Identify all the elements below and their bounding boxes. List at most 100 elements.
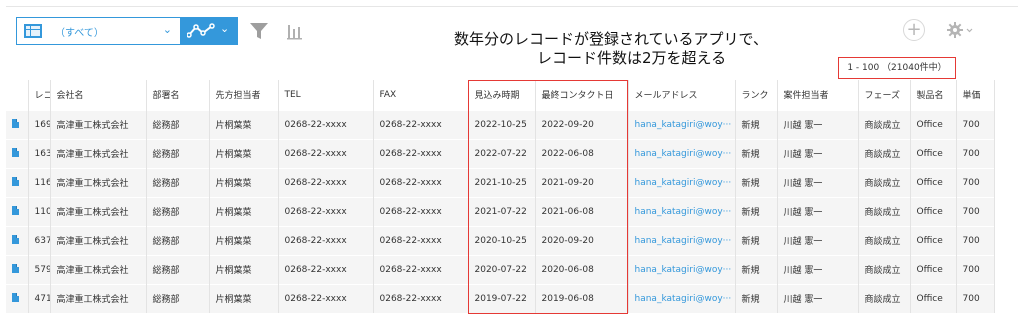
record-detail-icon	[12, 118, 19, 128]
table-row[interactable]: 637 高津重工株式会社 総務部 片桐葉菜 0268-22-xxxx 0268-22-xx…	[6, 225, 995, 255]
fax-cell: 0268-22-xxxx	[373, 196, 469, 226]
detail-column-header	[6, 80, 29, 110]
email-cell[interactable]: hana_katagiri@woy···	[628, 283, 736, 313]
view-selector[interactable]: （すべて） ⌄	[16, 17, 181, 45]
product-name-cell: Office	[910, 109, 957, 139]
tel-header[interactable]: TEL	[278, 80, 374, 110]
department-cell: 総務部	[146, 109, 210, 139]
expected-date-cell: 2020-10-25	[468, 225, 536, 255]
phase-header[interactable]: フェーズ	[858, 80, 911, 110]
bar-chart-icon	[287, 25, 302, 40]
record-detail-icon	[12, 263, 19, 273]
fax-cell: 0268-22-xxxx	[373, 225, 469, 255]
unit-price-cell: 700	[956, 138, 995, 168]
contact-person-cell: 片桐葉菜	[209, 196, 279, 226]
record-number-header[interactable]: レコード番号	[28, 80, 51, 110]
sales-rep-cell: 川越 憲一	[777, 254, 859, 284]
filter-button[interactable]	[247, 17, 271, 45]
email-cell[interactable]: hana_katagiri@woy···	[628, 225, 736, 255]
record-detail-link[interactable]	[6, 167, 29, 197]
record-detail-link[interactable]	[6, 109, 29, 139]
record-number-cell: 169	[28, 109, 51, 139]
last-contact-date-cell: 2022-06-08	[535, 138, 629, 168]
company-name-cell: 高津重工株式会社	[50, 225, 147, 255]
record-detail-icon	[12, 147, 19, 157]
email-cell[interactable]: hana_katagiri@woy···	[628, 196, 736, 226]
contact-person-cell: 片桐葉菜	[209, 254, 279, 284]
record-detail-link[interactable]	[6, 196, 29, 226]
toolbar-divider	[6, 6, 1018, 7]
phase-cell: 商談成立	[858, 167, 911, 197]
chart-button[interactable]	[283, 17, 307, 45]
table-view-icon	[24, 24, 42, 38]
view-selector-label: （すべて）	[55, 28, 104, 39]
unit-price-cell: 700	[956, 254, 995, 284]
fax-header[interactable]: FAX	[373, 80, 469, 110]
record-detail-link[interactable]	[6, 283, 29, 313]
contact-person-cell: 片桐葉菜	[209, 167, 279, 197]
unit-price-header[interactable]: 単価	[956, 80, 995, 110]
email-cell[interactable]: hana_katagiri@woy···	[628, 138, 736, 168]
record-number-cell: 471	[28, 283, 51, 313]
record-detail-link[interactable]	[6, 138, 29, 168]
table-row[interactable]: 471 高津重工株式会社 総務部 片桐葉菜 0268-22-xxxx 0268-22-xx…	[6, 283, 995, 313]
department-cell: 総務部	[146, 138, 210, 168]
sales-rep-cell: 川越 憲一	[777, 138, 859, 168]
record-detail-icon	[12, 205, 19, 215]
sales-rep-header[interactable]: 案件担当者	[777, 80, 859, 110]
last-contact-date-cell: 2020-09-20	[535, 225, 629, 255]
gear-icon	[947, 22, 973, 38]
email-cell[interactable]: hana_katagiri@woy···	[628, 254, 736, 284]
table-row[interactable]: 169 高津重工株式会社 総務部 片桐葉菜 0268-22-xxxx 0268-22-xx…	[6, 109, 995, 139]
table-row[interactable]: 163 高津重工株式会社 総務部 片桐葉菜 0268-22-xxxx 0268-22-xx…	[6, 138, 995, 168]
add-record-button[interactable]: +	[903, 19, 925, 41]
phase-cell: 商談成立	[858, 138, 911, 168]
last-contact-date-cell: 2021-09-20	[535, 167, 629, 197]
phase-cell: 商談成立	[858, 254, 911, 284]
record-number-cell: 110	[28, 196, 51, 226]
product-name-cell: Office	[910, 225, 957, 255]
tel-cell: 0268-22-xxxx	[278, 138, 374, 168]
last-contact-date-cell: 2021-06-08	[535, 196, 629, 226]
email-cell[interactable]: hana_katagiri@woy···	[628, 109, 736, 139]
last-contact-date-cell: 2020-06-08	[535, 254, 629, 284]
record-detail-link[interactable]	[6, 254, 29, 284]
graph-menu-button[interactable]: ⌄	[181, 17, 238, 45]
app-settings-button[interactable]	[945, 20, 975, 40]
rank-cell: 新規	[735, 254, 778, 284]
rank-header[interactable]: ランク	[735, 80, 778, 110]
tel-cell: 0268-22-xxxx	[278, 196, 374, 226]
rank-cell: 新規	[735, 225, 778, 255]
last-contact-date-header[interactable]: 最終コンタクト日	[535, 80, 629, 110]
product-name-cell: Office	[910, 138, 957, 168]
product-name-cell: Office	[910, 283, 957, 313]
tel-cell: 0268-22-xxxx	[278, 225, 374, 255]
unit-price-cell: 700	[956, 109, 995, 139]
company-name-header[interactable]: 会社名	[50, 80, 147, 110]
record-number-cell: 116	[28, 167, 51, 197]
record-detail-link[interactable]	[6, 225, 29, 255]
company-name-cell: 高津重工株式会社	[50, 196, 147, 226]
phase-cell: 商談成立	[858, 283, 911, 313]
rank-cell: 新規	[735, 283, 778, 313]
contact-person-header[interactable]: 先方担当者	[209, 80, 279, 110]
rank-cell: 新規	[735, 167, 778, 197]
table-row[interactable]: 110 高津重工株式会社 総務部 片桐葉菜 0268-22-xxxx 0268-22-xx…	[6, 196, 995, 226]
phase-cell: 商談成立	[858, 109, 911, 139]
table-row[interactable]: 116 高津重工株式会社 総務部 片桐葉菜 0268-22-xxxx 0268-22-xx…	[6, 167, 995, 197]
tel-cell: 0268-22-xxxx	[278, 109, 374, 139]
product-name-header[interactable]: 製品名	[910, 80, 957, 110]
expected-date-cell: 2020-07-22	[468, 254, 536, 284]
record-number-cell: 637	[28, 225, 51, 255]
table-row[interactable]: 579 高津重工株式会社 総務部 片桐葉菜 0268-22-xxxx 0268-22-xx…	[6, 254, 995, 284]
rank-cell: 新規	[735, 138, 778, 168]
records-table: レコード番号会社名部署名先方担当者TELFAX見込み時期最終コンタクト日メールア…	[6, 80, 995, 313]
product-name-cell: Office	[910, 167, 957, 197]
email-cell[interactable]: hana_katagiri@woy···	[628, 167, 736, 197]
expected-date-header[interactable]: 見込み時期	[468, 80, 536, 110]
record-detail-icon	[12, 176, 19, 186]
product-name-cell: Office	[910, 254, 957, 284]
plus-icon: +	[906, 19, 922, 40]
email-header[interactable]: メールアドレス	[628, 80, 736, 110]
department-header[interactable]: 部署名	[146, 80, 210, 110]
